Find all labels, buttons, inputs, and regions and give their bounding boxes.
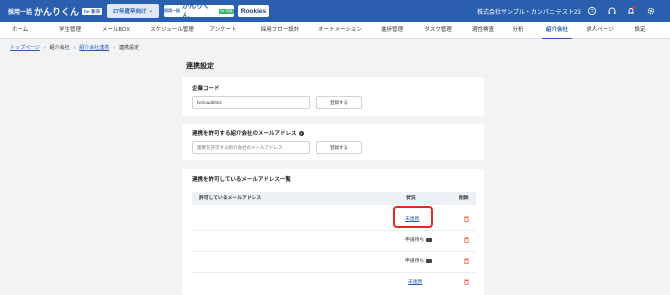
breadcrumb-agency: 紹介会社 — [49, 45, 70, 51]
status-unlinked-link[interactable]: 未連携 — [408, 278, 422, 285]
nav-item-students[interactable]: 学生管理 — [52, 22, 88, 39]
chevron-right-icon: › — [43, 44, 46, 51]
nav-item-flow[interactable]: 採用フロー設計 — [256, 22, 304, 39]
mid-career-brand-link[interactable]: 採用一括 かんりくん for 中途 — [164, 3, 234, 20]
company-name: 株式会社サンプル・カンパニー — [477, 10, 561, 16]
notification-dot — [632, 6, 635, 9]
mail-icon[interactable] — [426, 258, 433, 263]
user-name[interactable]: テスト23 — [556, 7, 581, 16]
brand2-prefix: 採用一括 — [164, 8, 180, 13]
highlight-annotation — [393, 206, 433, 228]
nav-item-mailbox[interactable]: メールBOX — [96, 22, 136, 39]
help-icon[interactable]: ? — [298, 130, 304, 136]
status-pending: 申請待ち — [405, 257, 433, 264]
company-code-register-button[interactable]: 登録する — [316, 96, 362, 109]
brand2-name: かんりくん — [181, 3, 210, 20]
breadcrumb-current: 連携設定 — [118, 45, 139, 51]
table-header: 許可しているメールアドレス 状況 削除 — [192, 192, 476, 205]
allowed-list-label: 連携を許可しているメールアドレス一覧 — [192, 177, 291, 183]
svg-text:?: ? — [591, 9, 594, 15]
logo-prefix: 採用一括 — [8, 9, 33, 16]
nav-item-aptitude[interactable]: 適性検査 — [466, 22, 500, 39]
nav-item-automation[interactable]: オートメーション — [314, 22, 366, 39]
chevron-down-icon: ⌄ — [148, 8, 154, 14]
logo-badge: for 新卒 — [82, 7, 103, 15]
row-divider — [192, 230, 476, 231]
trash-icon[interactable] — [464, 216, 469, 222]
rookies-link[interactable]: Rookies — [238, 5, 269, 17]
chevron-right-icon: › — [73, 44, 76, 51]
allow-email-register-button[interactable]: 登録する — [316, 141, 362, 154]
year-select-label: 27年度卒向け — [112, 9, 147, 15]
brand2-badge: for 中途 — [218, 8, 234, 14]
company-code-input[interactable] — [192, 96, 310, 109]
chevron-right-icon: › — [113, 44, 115, 51]
mail-icon[interactable] — [426, 237, 433, 242]
year-select[interactable]: 27年度卒向け ⌄ — [107, 4, 159, 18]
nav-item-settings[interactable]: 設定 — [630, 22, 650, 39]
page-title: 連携設定 — [186, 63, 214, 70]
allow-email-input[interactable] — [192, 141, 310, 154]
trash-icon[interactable] — [464, 279, 469, 285]
row-divider — [192, 272, 476, 273]
headset-icon[interactable] — [607, 6, 617, 16]
trash-icon[interactable] — [464, 258, 469, 264]
allow-email-label-row: 連携を許可する紹介会社のメールアドレス ? — [192, 129, 304, 137]
allowed-list-card: 連携を許可しているメールアドレス一覧 許可しているメールアドレス 状況 削除 — [182, 169, 484, 295]
nav-item-job-page[interactable]: 求人ページ — [583, 22, 617, 39]
status-pending-label: 申請待ち — [405, 238, 425, 243]
delete-column-header: 削除 — [459, 196, 469, 201]
nav-item-tasks[interactable]: タスク管理 — [418, 22, 458, 39]
allow-email-card: 連携を許可する紹介会社のメールアドレス ? 登録する — [182, 124, 484, 160]
main-nav: ホーム 学生管理 メールBOX スケジュール管理 アンケート 採用フロー設計 オ… — [0, 22, 670, 39]
status-pending-label: 申請待ち — [405, 259, 425, 264]
nav-item-analytics[interactable]: 分析 — [508, 22, 528, 39]
nav-item-survey[interactable]: アンケート — [204, 22, 242, 39]
status-pending: 申請待ち — [405, 236, 433, 243]
nav-item-home[interactable]: ホーム — [2, 22, 38, 39]
breadcrumb: トップページ › 紹介会社 › 紹介会社連携 › 連携設定 — [10, 44, 139, 52]
nav-item-schedule[interactable]: スケジュール管理 — [146, 22, 198, 39]
nav-item-progress[interactable]: 進捗管理 — [374, 22, 410, 39]
nav-item-agencies[interactable]: 紹介会社 — [542, 22, 572, 39]
help-circle-icon[interactable]: ? — [587, 6, 597, 16]
email-column-header: 許可しているメールアドレス — [199, 196, 262, 201]
logo[interactable]: 採用一括 かんりくん for 新卒 — [8, 5, 103, 17]
logo-name: かんりくん — [34, 6, 80, 17]
status-column-header: 状況 — [406, 196, 416, 201]
row-divider — [192, 251, 476, 252]
breadcrumb-top[interactable]: トップページ — [10, 44, 40, 51]
company-code-card: 企業コード 登録する — [182, 77, 484, 116]
company-code-label: 企業コード — [192, 86, 220, 92]
breadcrumb-agency-link[interactable]: 紹介会社連携 — [79, 44, 109, 51]
allow-email-label: 連携を許可する紹介会社のメールアドレス — [192, 131, 297, 137]
trash-icon[interactable] — [464, 237, 469, 243]
gear-icon[interactable] — [646, 6, 656, 16]
top-header: 採用一括 かんりくん for 新卒 27年度卒向け ⌄ 採用一括 かんりくん f… — [0, 0, 670, 22]
